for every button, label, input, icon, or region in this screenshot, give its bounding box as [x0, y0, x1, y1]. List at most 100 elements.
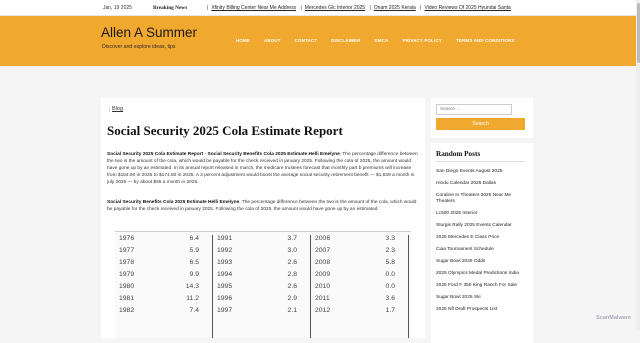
year-cell: 1980: [115, 283, 155, 295]
year-cell: 1981: [115, 295, 155, 307]
list-item[interactable]: 2025 Olympics Medal Predictions India: [436, 271, 528, 277]
random-posts-list: San Diego Events August 2025 Hindu Calen…: [436, 169, 528, 319]
nav-terms[interactable]: TERMS AND CONDITIONS: [456, 38, 515, 43]
value-cell: 9.9: [155, 271, 205, 283]
value-cell: 2.9: [253, 295, 303, 307]
table-row: 19972.1: [213, 307, 310, 319]
year-cell: 1978: [115, 259, 155, 271]
search-widget: Search: [431, 98, 533, 138]
list-item[interactable]: Ciaa Tournament Schedule: [436, 247, 528, 253]
year-cell: 1995: [213, 283, 253, 295]
post-title: Social Security 2025 Cola Estimate Repor…: [107, 123, 343, 139]
table-row: 19962.9: [213, 295, 310, 307]
watermark-logo: ScanMalware: [596, 315, 631, 321]
site-tagline: Discover and explore ideas, tips: [102, 44, 176, 50]
value-cell: 3.7: [253, 235, 303, 247]
year-cell: 1992: [213, 247, 253, 259]
year-cell: 1976: [115, 235, 155, 247]
list-item[interactable]: 2025 Nfl Draft Prospects List: [436, 307, 528, 313]
table-row: 20100.0: [311, 283, 408, 295]
table-row: 19786.5: [115, 259, 212, 271]
ticker-link[interactable]: Mercedes Glc Interior 2025: [305, 5, 365, 11]
nav-contact[interactable]: CONTACT: [295, 38, 318, 43]
value-cell: 1.7: [351, 307, 401, 319]
nav-about[interactable]: ABOUT: [264, 38, 281, 43]
list-item[interactable]: Coraline In Theaters 2025 Near Me Theate…: [436, 193, 528, 206]
year-cell: 1993: [213, 259, 253, 271]
year-cell: 1996: [213, 295, 253, 307]
list-item[interactable]: San Diego Events August 2025: [436, 169, 528, 175]
nav-privacy-policy[interactable]: PRIVACY POLICY: [402, 38, 441, 43]
table-column: 19913.7 19923.0 19932.6 19942.8 19952.6 …: [213, 235, 311, 338]
table-row: 19923.0: [213, 247, 310, 259]
value-cell: 5.8: [351, 259, 401, 271]
table-row: 19799.9: [115, 271, 212, 283]
year-cell: 2011: [311, 295, 351, 307]
ticker-link[interactable]: Onam 2025 Kerala: [374, 5, 416, 11]
year-cell: 1979: [115, 271, 155, 283]
article-card: Blog Social Security 2025 Cola Estimate …: [101, 98, 425, 338]
table-row: 20063.3: [311, 235, 408, 247]
value-cell: 2.3: [351, 247, 401, 259]
year-cell: 1994: [213, 271, 253, 283]
bold-text: Social Security Benefits Cola 2025 Estim…: [107, 200, 239, 205]
value-cell: 6.4: [155, 235, 205, 247]
list-item[interactable]: Sugar Bowl 2025 Ski: [436, 295, 528, 301]
year-cell: 1997: [213, 307, 253, 319]
breadcrumb-blog[interactable]: Blog: [109, 106, 123, 112]
nav-home[interactable]: HOME: [236, 38, 250, 43]
site-title[interactable]: Allen A Summer: [101, 25, 197, 40]
table-column: 19766.4 19775.9 19786.5 19799.9 198014.3…: [115, 235, 213, 338]
year-cell: 2010: [311, 283, 351, 295]
table-column: 20063.3 20072.3 20085.8 20090.0 20100.0 …: [311, 235, 409, 338]
ticker-link[interactable]: Video Reviews Of 2025 Hyundai Santa: [424, 5, 510, 11]
list-item[interactable]: 2025 Mercedes E Class Price: [436, 235, 528, 241]
nav-dmca[interactable]: DMCA: [374, 38, 388, 43]
year-cell: 2006: [311, 235, 351, 247]
table-row: 198014.3: [115, 283, 212, 295]
cola-history-table-image: 19766.4 19775.9 19786.5 19799.9 198014.3…: [115, 231, 411, 338]
value-cell: 2.8: [253, 271, 303, 283]
year-cell: 2008: [311, 259, 351, 271]
list-item[interactable]: Hindu Calendar 2025 Dallas: [436, 181, 528, 187]
table-row: 20090.0: [311, 271, 408, 283]
year-cell: 2007: [311, 247, 351, 259]
article-paragraph: Social Security Benefits Cola 2025 Estim…: [107, 199, 419, 213]
year-cell: 1977: [115, 247, 155, 259]
table-row: 19775.9: [115, 247, 212, 259]
nav-disclaimer[interactable]: DISCLAIMER: [331, 38, 360, 43]
value-cell: 14.3: [155, 283, 205, 295]
bold-text: Social Security 2025 Cola Estimate Repor…: [107, 152, 203, 157]
value-cell: 2.6: [253, 259, 303, 271]
table-row: 20072.3: [311, 247, 408, 259]
table-row: 198111.2: [115, 295, 212, 307]
page-scrollbar[interactable]: [636, 0, 640, 331]
year-cell: 2009: [311, 271, 351, 283]
current-date: Jan, 19 2025: [103, 5, 132, 11]
list-item[interactable]: Sugar Bowl 2025 Odds: [436, 259, 528, 265]
list-item[interactable]: Sturgis Rally 2025 Events Calendar: [436, 223, 528, 229]
value-cell: 3.0: [253, 247, 303, 259]
table-row: 20085.8: [311, 259, 408, 271]
year-cell: 2012: [311, 307, 351, 319]
random-posts-title: Random Posts: [436, 150, 480, 158]
table-row: 19913.7: [213, 235, 310, 247]
list-item[interactable]: Lc500 2025 Interior: [436, 211, 528, 217]
site-header: Allen A Summer Discover and explore idea…: [0, 16, 640, 66]
value-cell: 3.6: [351, 295, 401, 307]
news-ticker: |Xfinity Billing Center Near Me Address …: [204, 5, 511, 11]
value-cell: 7.4: [155, 307, 205, 319]
table-row: 19952.6: [213, 283, 310, 295]
table-row: 19942.8: [213, 271, 310, 283]
list-item[interactable]: 2025 Ford F 350 King Ranch For Sale: [436, 283, 528, 289]
main-nav: HOME ABOUT CONTACT DISCLAIMER DMCA PRIVA…: [236, 38, 529, 43]
value-cell: 0.0: [351, 283, 401, 295]
search-input[interactable]: [436, 104, 512, 115]
value-cell: 3.3: [351, 235, 401, 247]
value-cell: 11.2: [155, 295, 205, 307]
ticker-link[interactable]: Xfinity Billing Center Near Me Address: [211, 5, 296, 11]
top-bar: Jan, 19 2025 Breaking News |Xfinity Bill…: [0, 0, 640, 16]
value-cell: 6.5: [155, 259, 205, 271]
search-button[interactable]: Search: [436, 118, 525, 130]
value-cell: 5.9: [155, 247, 205, 259]
